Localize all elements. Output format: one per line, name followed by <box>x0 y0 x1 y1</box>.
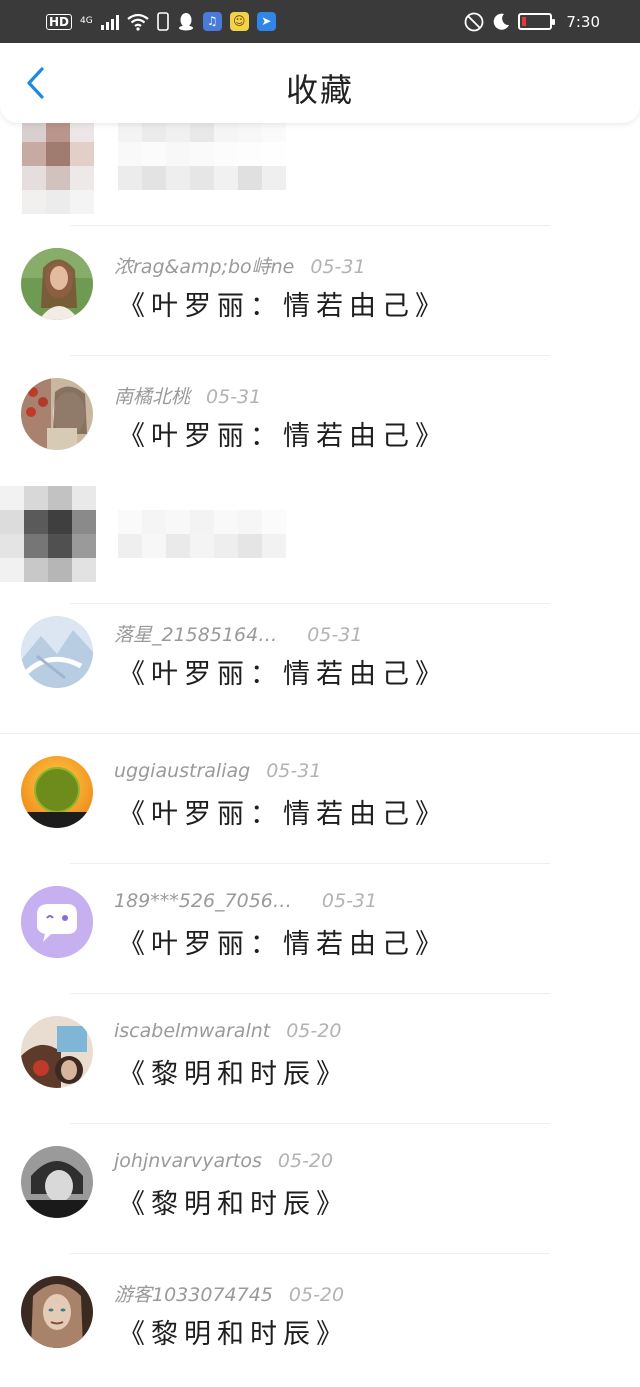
list-item[interactable]: 落星_21585164… 05-31 《叶罗丽：情若由己》 <box>0 604 640 734</box>
book-title: 《叶罗丽：情若由己》 <box>118 421 448 452</box>
book-title: 《叶罗丽：情若由己》 <box>118 659 448 690</box>
avatar <box>21 378 93 450</box>
phone-icon <box>156 12 169 31</box>
username: 南橘北桃 <box>114 386 191 408</box>
pixelated-text <box>118 510 286 558</box>
book-title: 《黎明和时辰》 <box>118 1189 349 1220</box>
book-title: 《叶罗丽：情若由己》 <box>118 929 448 960</box>
item-meta: 游客1033074745 05-20 <box>114 1280 344 1307</box>
clock: 7:30 <box>566 12 600 31</box>
page-title: 收藏 <box>285 71 354 109</box>
status-bar-left: HD 4G ♫ ☺ ➤ <box>46 12 276 31</box>
send-app-icon: ➤ <box>256 12 276 31</box>
header: 收藏 <box>0 43 640 123</box>
item-meta: iscabelmwaralnt 05-20 <box>114 1020 341 1042</box>
avatar <box>21 248 93 320</box>
book-title: 《叶罗丽：情若由己》 <box>118 291 448 322</box>
date: 05-31 <box>206 386 262 408</box>
pixelated-avatar <box>0 486 96 582</box>
book-title: 《黎明和时辰》 <box>118 1059 349 1090</box>
avatar <box>21 886 93 958</box>
list-item[interactable]: uggiaustraliag 05-31 《叶罗丽：情若由己》 <box>0 734 640 864</box>
mute-icon <box>464 12 484 31</box>
date: 05-31 <box>307 624 363 646</box>
username: 游客1033074745 <box>114 1284 273 1306</box>
favorites-list: 浓rag&amp;bo峙ne 05-31 《叶罗丽：情若由己》 南橘北桃 05-31… <box>0 116 640 1384</box>
moon-icon <box>494 13 510 30</box>
network-type: 4G <box>80 16 93 26</box>
avatar <box>21 1016 93 1088</box>
username: 189***526_7056… <box>114 890 292 912</box>
date: 05-31 <box>310 256 366 278</box>
status-bar: HD 4G ♫ ☺ ➤ 7:30 <box>0 0 640 43</box>
date: 05-31 <box>321 890 378 912</box>
date: 05-20 <box>286 1020 342 1042</box>
username: uggiaustraliag <box>114 760 251 782</box>
music-app-icon: ♫ <box>202 12 222 31</box>
item-meta: uggiaustraliag 05-31 <box>114 760 321 782</box>
list-item[interactable]: 189***526_7056… 05-31 《叶罗丽：情若由己》 <box>0 864 640 994</box>
avatar <box>21 1146 93 1218</box>
list-item[interactable]: 游客1033074745 05-20 《黎明和时辰》 <box>0 1254 640 1384</box>
username: iscabelmwaralnt <box>114 1020 271 1042</box>
item-meta: 南橘北桃 05-31 <box>114 382 261 409</box>
item-meta: johjnvarvyartos 05-20 <box>114 1150 333 1172</box>
username: 落星_21585164… <box>114 624 278 646</box>
date: 05-20 <box>288 1284 345 1306</box>
blurred-list-item <box>0 486 640 604</box>
date: 05-31 <box>266 760 322 782</box>
pixelated-avatar <box>22 118 94 214</box>
blurred-list-item <box>0 116 640 226</box>
book-title: 《黎明和时辰》 <box>118 1319 349 1350</box>
avatar <box>21 756 93 828</box>
username: 浓rag&amp;bo峙ne <box>114 256 295 278</box>
item-meta: 落星_21585164… 05-31 <box>114 620 362 647</box>
date: 05-20 <box>277 1150 334 1172</box>
item-meta: 189***526_7056… 05-31 <box>114 890 377 912</box>
book-title: 《叶罗丽：情若由己》 <box>118 799 448 830</box>
list-item[interactable]: iscabelmwaralnt 05-20 《黎明和时辰》 <box>0 994 640 1124</box>
username: johjnvarvyartos <box>114 1150 262 1172</box>
pixelated-text <box>118 118 286 190</box>
status-bar-right: 7:30 <box>464 12 600 32</box>
signal-icon <box>100 14 119 30</box>
item-meta: 浓rag&amp;bo峙ne 05-31 <box>114 252 366 279</box>
hd-indicator: HD <box>46 13 73 30</box>
qq-icon <box>178 13 193 31</box>
emoji-app-icon: ☺ <box>229 12 249 31</box>
avatar <box>21 616 93 688</box>
battery-icon <box>518 13 556 30</box>
list-item[interactable]: 浓rag&amp;bo峙ne 05-31 《叶罗丽：情若由己》 <box>0 226 640 356</box>
avatar <box>21 1276 93 1348</box>
list-item[interactable]: 南橘北桃 05-31 《叶罗丽：情若由己》 <box>0 356 640 486</box>
wifi-icon <box>127 13 149 31</box>
list-item[interactable]: johjnvarvyartos 05-20 《黎明和时辰》 <box>0 1124 640 1254</box>
